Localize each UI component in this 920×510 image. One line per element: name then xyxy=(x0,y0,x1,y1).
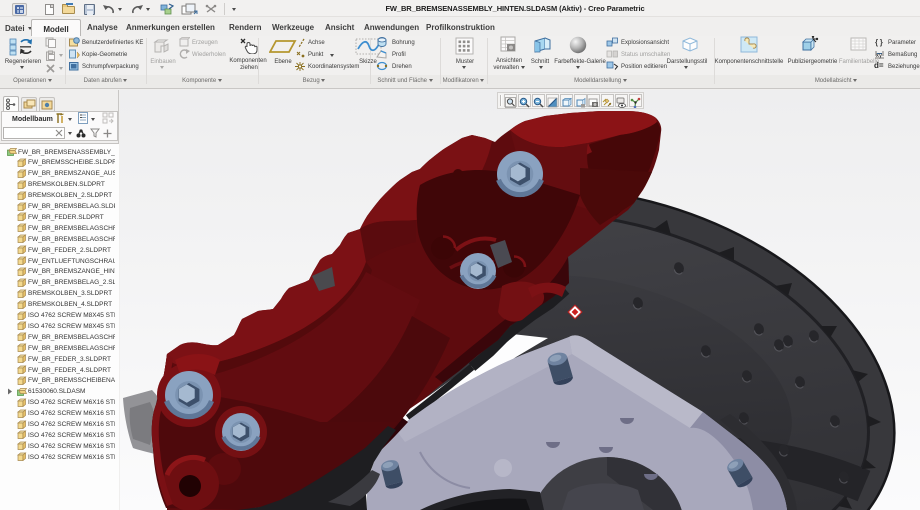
svg-text:xy: xy xyxy=(876,53,882,59)
